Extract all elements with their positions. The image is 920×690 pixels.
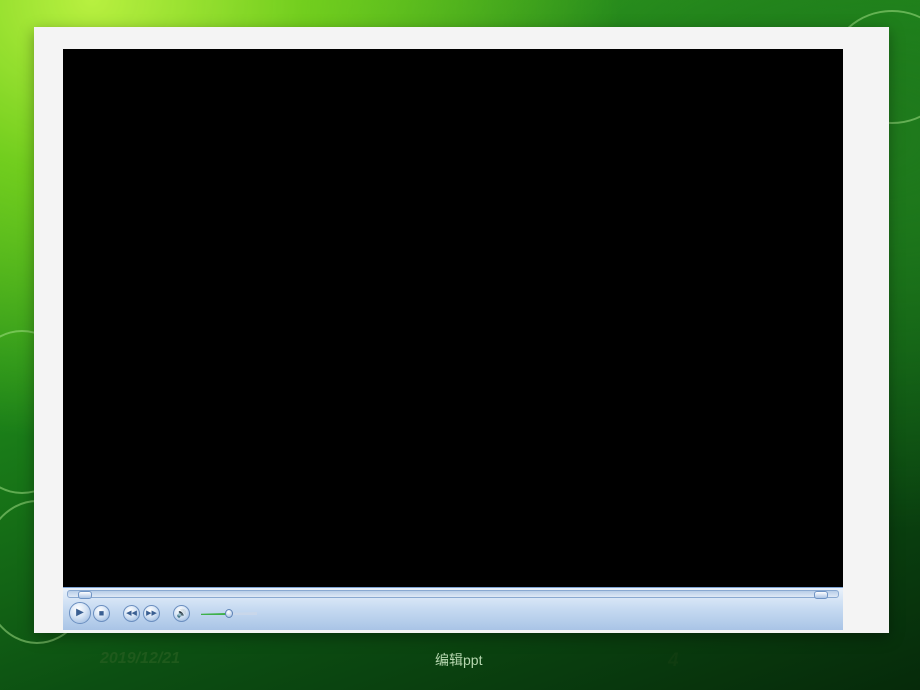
slide-date: 2019/12/21 — [100, 650, 181, 667]
play-icon: ▶ — [76, 607, 84, 618]
seek-bar[interactable] — [67, 590, 839, 599]
speaker-icon: 🔊 — [176, 608, 187, 618]
slide-page-number: 4 — [668, 650, 679, 671]
volume-thumb[interactable] — [225, 609, 233, 618]
next-icon: ▶▶ — [146, 610, 157, 617]
play-button[interactable]: ▶ — [69, 602, 91, 624]
seek-handle[interactable] — [78, 591, 92, 599]
previous-icon: ◀◀ — [126, 610, 137, 617]
seek-end-handle[interactable] — [814, 591, 828, 599]
stop-icon: ■ — [98, 608, 105, 618]
volume-slider[interactable] — [201, 609, 259, 619]
next-button[interactable]: ▶▶ — [143, 605, 160, 622]
mute-button[interactable]: 🔊 — [173, 605, 190, 622]
video-display[interactable] — [63, 49, 843, 587]
stop-button[interactable]: ■ — [93, 605, 110, 622]
slide-footer-text: 编辑ppt — [435, 652, 483, 668]
previous-button[interactable]: ◀◀ — [123, 605, 140, 622]
media-control-bar: ▶ ■ ◀◀ ▶▶ 🔊 — [63, 587, 843, 630]
